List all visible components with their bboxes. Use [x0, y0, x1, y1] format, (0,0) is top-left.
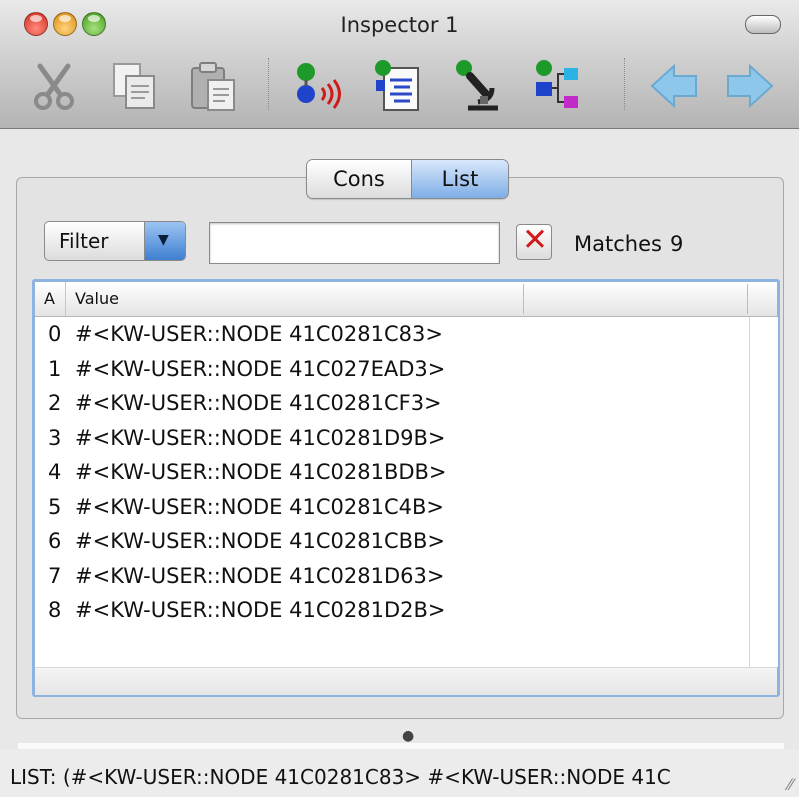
- clear-filter-button[interactable]: ✕: [516, 222, 552, 260]
- row-index: 4: [48, 460, 62, 484]
- matches-count: Matches 9: [574, 232, 683, 256]
- horizontal-scrollbar[interactable]: [35, 667, 777, 695]
- cut-icon[interactable]: [26, 58, 82, 114]
- table-row[interactable]: 3 #<KW-USER::NODE 41C0281D9B>: [35, 421, 749, 456]
- tab-list[interactable]: List: [412, 160, 508, 198]
- status-text: LIST: (#<KW-USER::NODE 41C0281C83> #<KW-…: [10, 765, 671, 789]
- filter-popup-button[interactable]: Filter ▼: [44, 221, 186, 261]
- table-row[interactable]: 2 #<KW-USER::NODE 41C0281CF3>: [35, 386, 749, 421]
- toolbar-toggle-button[interactable]: [745, 15, 781, 34]
- row-index: 5: [48, 494, 62, 519]
- node-hierarchy-icon[interactable]: [530, 58, 586, 114]
- node-signal-icon[interactable]: [290, 58, 346, 114]
- row-index: 7: [48, 563, 62, 588]
- toolbar-separator: [624, 58, 625, 110]
- table-rows: 0 #<KW-USER::NODE 41C0281C83> 1 #<KW-USER:…: [35, 317, 749, 628]
- resize-grip-icon[interactable]: ⁄⁄: [788, 775, 793, 794]
- table-row[interactable]: 0 #<KW-USER::NODE 41C0281C83>: [35, 317, 749, 352]
- row-index: 8: [48, 598, 62, 622]
- column-divider: [523, 284, 524, 314]
- table-row[interactable]: 7 #<KW-USER::NODE 41C0281D63>: [35, 559, 749, 594]
- value-table[interactable]: A Value 0 #<KW-USER::NODE 41C0281C83> 1 #<…: [32, 279, 780, 697]
- row-value: #<KW-USER::NODE 41C027EAD3>: [75, 356, 446, 381]
- filter-input[interactable]: [209, 222, 500, 264]
- row-value: #<KW-USER::NODE 41C0281C83>: [75, 322, 443, 346]
- table-row[interactable]: 4 #<KW-USER::NODE 41C0281BDB>: [35, 455, 749, 490]
- back-arrow-icon[interactable]: [646, 58, 702, 114]
- paste-icon[interactable]: [186, 58, 242, 114]
- matches-number: 9: [669, 232, 684, 256]
- table-header: A Value: [35, 282, 777, 317]
- status-bar: LIST: (#<KW-USER::NODE 41C0281C83> #<KW-…: [0, 749, 799, 797]
- row-value: #<KW-USER::NODE 41C0281D9B>: [75, 425, 446, 450]
- row-index: 6: [48, 529, 62, 553]
- inspector-window: Inspector 1 Cons List Filter ▼ ✕ Matches…: [0, 0, 799, 797]
- row-value: #<KW-USER::NODE 41C0281CBB>: [75, 529, 446, 553]
- view-segmented-control: Cons List: [306, 159, 509, 199]
- forward-arrow-icon[interactable]: [722, 58, 778, 114]
- row-value: #<KW-USER::NODE 41C0281CF3>: [75, 391, 442, 415]
- node-microscope-icon[interactable]: [450, 58, 506, 114]
- chevron-down-icon: ▼: [158, 232, 169, 248]
- title-toolbar: Inspector 1: [0, 0, 799, 129]
- split-handle-icon[interactable]: ●: [402, 728, 414, 744]
- window-title: Inspector 1: [340, 13, 459, 37]
- close-icon: ✕: [522, 222, 548, 258]
- node-document-icon[interactable]: [370, 58, 426, 114]
- row-index: 3: [48, 425, 62, 450]
- matches-label: Matches: [574, 232, 662, 256]
- row-value: #<KW-USER::NODE 41C0281C4B>: [75, 494, 444, 519]
- table-row[interactable]: 6 #<KW-USER::NODE 41C0281CBB>: [35, 524, 749, 559]
- table-row[interactable]: 1 #<KW-USER::NODE 41C027EAD3>: [35, 352, 749, 387]
- filter-label: Filter: [59, 229, 109, 253]
- vertical-scrollbar[interactable]: [749, 317, 778, 667]
- tab-cons[interactable]: Cons: [307, 160, 412, 198]
- row-index: 2: [48, 391, 62, 415]
- column-header-value[interactable]: Value: [65, 282, 119, 316]
- toolbar-separator: [268, 58, 269, 110]
- column-divider: [747, 284, 748, 314]
- table-row[interactable]: 8 #<KW-USER::NODE 41C0281D2B>: [35, 593, 749, 628]
- row-index: 0: [48, 322, 62, 346]
- row-index: 1: [48, 356, 62, 381]
- table-row[interactable]: 5 #<KW-USER::NODE 41C0281C4B>: [35, 490, 749, 525]
- row-value: #<KW-USER::NODE 41C0281D63>: [75, 563, 445, 588]
- row-value: #<KW-USER::NODE 41C0281D2B>: [75, 598, 446, 622]
- row-value: #<KW-USER::NODE 41C0281BDB>: [75, 460, 447, 484]
- dropdown-arrow[interactable]: ▼: [144, 222, 185, 260]
- copy-icon[interactable]: [106, 58, 162, 114]
- column-header-a[interactable]: A: [44, 282, 55, 316]
